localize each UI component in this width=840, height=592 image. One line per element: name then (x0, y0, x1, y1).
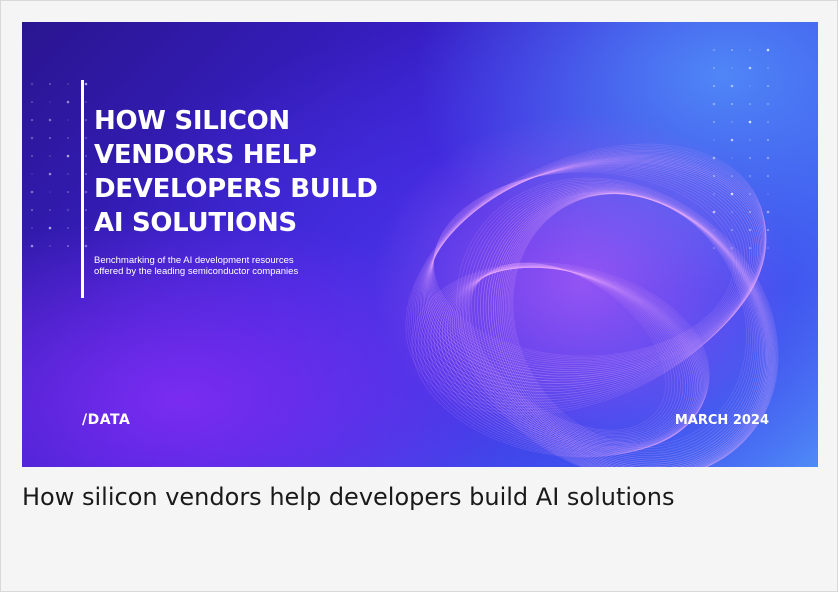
report-cover-image[interactable]: HOW SILICON VENDORS HELP DEVELOPERS BUIL… (22, 22, 818, 467)
article-card[interactable]: HOW SILICON VENDORS HELP DEVELOPERS BUIL… (0, 0, 838, 592)
brand-logo: /DATA (82, 412, 131, 428)
cover-subtitle: Benchmarking of the AI development resou… (94, 255, 299, 277)
wave-ring-artwork (30, 48, 792, 467)
article-title-link[interactable]: How silicon vendors help developers buil… (22, 477, 802, 517)
accent-bar (81, 80, 84, 298)
publication-date: MARCH 2024 (674, 413, 769, 428)
cover-headline: HOW SILICON VENDORS HELP DEVELOPERS BUIL… (94, 106, 378, 238)
